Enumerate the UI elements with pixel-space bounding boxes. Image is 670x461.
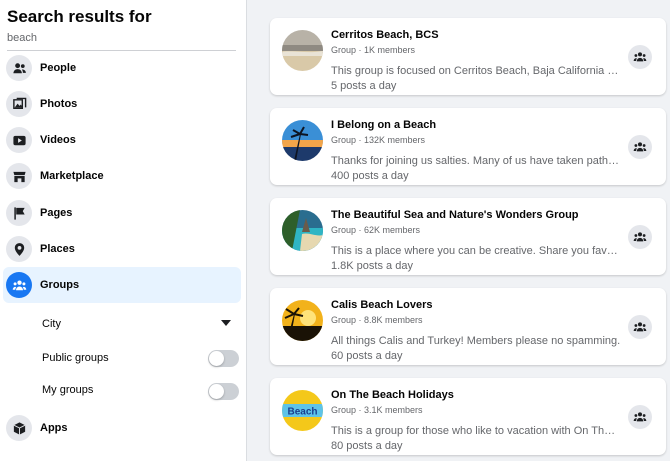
group-description: This is a place where you can be creativ… [331, 245, 621, 257]
places-pin-icon [6, 236, 32, 262]
sidebar-item-people[interactable]: People [3, 50, 241, 86]
group-meta: Group · 62K members [331, 225, 421, 235]
search-query: beach [7, 32, 37, 44]
group-name[interactable]: Cerritos Beach, BCS [331, 29, 439, 41]
groups-icon [633, 412, 647, 422]
group-name[interactable]: The Beautiful Sea and Nature's Wonders G… [331, 209, 579, 221]
groups-icon [633, 142, 647, 152]
pages-flag-icon [6, 200, 32, 226]
sidebar-item-photos[interactable]: Photos [3, 86, 241, 122]
group-activity: 400 posts a day [331, 170, 409, 182]
group-result-card[interactable]: Calis Beach Lovers Group · 8.8K members … [270, 288, 666, 365]
group-name[interactable]: Calis Beach Lovers [331, 299, 433, 311]
join-group-button[interactable] [628, 225, 652, 249]
sidebar-item-label: People [40, 62, 77, 74]
sidebar-item-apps[interactable]: Apps [3, 410, 241, 446]
group-avatar [282, 210, 323, 251]
join-group-button[interactable] [628, 315, 652, 339]
group-result-card[interactable]: I Belong on a Beach Group · 132K members… [270, 108, 666, 185]
group-result-card[interactable]: Beach On The Beach Holidays Group · 3.1K… [270, 378, 666, 455]
sidebar-item-label: Places [40, 243, 75, 255]
sidebar-item-label: Photos [40, 98, 78, 110]
join-group-button[interactable] [628, 45, 652, 69]
chevron-down-icon[interactable] [221, 320, 231, 326]
sidebar-item-videos[interactable]: Videos [3, 122, 241, 158]
group-description: Thanks for joining us salties. Many of u… [331, 155, 621, 167]
sidebar-title: Search results for [7, 7, 152, 26]
sidebar-item-label: Apps [40, 422, 68, 434]
group-description: All things Calis and Turkey! Members ple… [331, 335, 621, 347]
videos-icon [6, 127, 32, 153]
sidebar-item-label: Marketplace [40, 170, 104, 182]
groups-icon [6, 272, 32, 298]
group-avatar: Beach [282, 390, 323, 431]
city-filter-label[interactable]: City [42, 318, 61, 330]
group-result-card[interactable]: The Beautiful Sea and Nature's Wonders G… [270, 198, 666, 275]
public-groups-toggle[interactable] [208, 350, 239, 367]
join-group-button[interactable] [628, 135, 652, 159]
sidebar-item-label: Videos [40, 134, 76, 146]
marketplace-icon [6, 163, 32, 189]
group-activity: 60 posts a day [331, 350, 403, 362]
toggle-knob [209, 351, 224, 366]
group-name[interactable]: On The Beach Holidays [331, 389, 454, 401]
group-avatar [282, 300, 323, 341]
sidebar-item-label: Pages [40, 207, 73, 219]
toggle-knob [209, 384, 224, 399]
people-icon [6, 55, 32, 81]
group-meta: Group · 8.8K members [331, 315, 423, 325]
group-meta: Group · 1K members [331, 45, 416, 55]
join-group-button[interactable] [628, 405, 652, 429]
sidebar-item-marketplace[interactable]: Marketplace [3, 158, 241, 194]
sidebar-item-places[interactable]: Places [3, 231, 241, 267]
sidebar-item-groups[interactable]: Groups [3, 267, 241, 303]
group-activity: 1.8K posts a day [331, 260, 413, 272]
group-name[interactable]: I Belong on a Beach [331, 119, 436, 131]
group-avatar [282, 30, 323, 71]
my-groups-filter-label: My groups [42, 384, 94, 396]
group-result-card[interactable]: Cerritos Beach, BCS Group · 1K members T… [270, 18, 666, 95]
group-activity: 80 posts a day [331, 440, 403, 452]
search-filters-sidebar: Search results for beach People Photos V… [0, 0, 247, 461]
group-meta: Group · 3.1K members [331, 405, 423, 415]
sidebar-item-pages[interactable]: Pages [3, 195, 241, 231]
group-description: This is a group for those who like to va… [331, 425, 621, 437]
apps-box-icon [6, 415, 32, 441]
groups-icon [633, 322, 647, 332]
group-description: This group is focused on Cerritos Beach,… [331, 65, 621, 77]
group-avatar [282, 120, 323, 161]
group-meta: Group · 132K members [331, 135, 426, 145]
group-activity: 5 posts a day [331, 80, 397, 92]
groups-icon [633, 52, 647, 62]
my-groups-toggle[interactable] [208, 383, 239, 400]
groups-icon [633, 232, 647, 242]
beach-logo-text: Beach [287, 407, 317, 418]
public-groups-filter-label: Public groups [42, 352, 109, 364]
sidebar-item-label: Groups [40, 279, 80, 291]
photos-icon [6, 91, 32, 117]
